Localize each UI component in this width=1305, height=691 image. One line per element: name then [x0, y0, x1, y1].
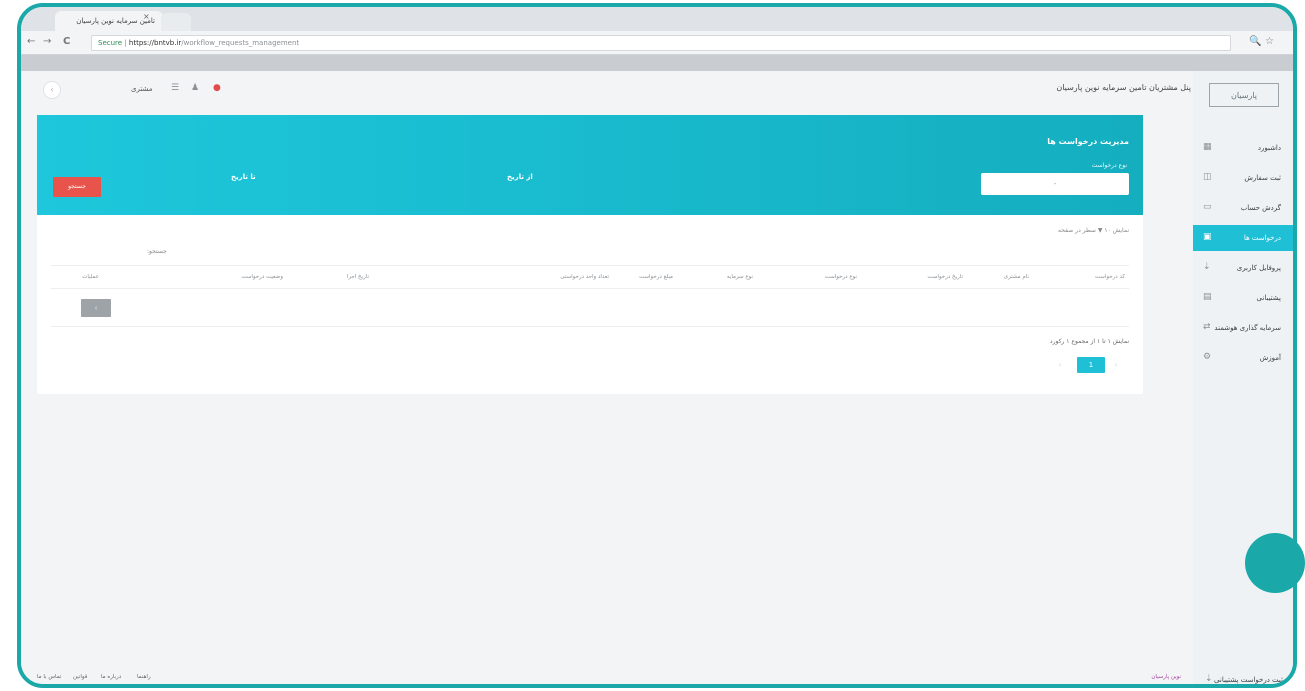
collapse-sidebar-button[interactable]: ‹: [43, 81, 61, 99]
new-tab-button[interactable]: [161, 13, 191, 31]
sidebar-item-label: گردش حساب: [1240, 204, 1281, 212]
page-title: مدیریت درخواست ها: [1047, 137, 1129, 146]
logo: پارسیان: [1209, 83, 1279, 107]
sidebar-item-label: ثبت درخواست پشتیبانی: [1214, 676, 1283, 684]
sidebar-item-support-request[interactable]: ثبت درخواست پشتیبانی ⇣: [1193, 666, 1293, 684]
zoom-icon[interactable]: 🔍: [1249, 36, 1261, 47]
dashboard-icon: ▦: [1203, 142, 1212, 152]
column-header[interactable]: عملیات: [82, 274, 99, 280]
reload-icon[interactable]: C: [63, 36, 70, 47]
column-header[interactable]: تعداد واحد درخواستی: [560, 274, 609, 280]
topbar: پنل مشتریان تامین سرمایه نوین پارسیان ‹ …: [21, 71, 1201, 111]
screenshot-frame: تامین سرمایه نوین پارسیان × ← → C Secure…: [17, 3, 1297, 688]
date-from-field[interactable]: از تاریخ: [507, 173, 533, 181]
pagination-info: نمایش ۱ تا ۱ از مجموع ۱ رکورد: [1049, 338, 1129, 345]
address-bar: ← → C Secure | https://bntvb.ir/workflow…: [21, 31, 1293, 55]
column-header[interactable]: کد درخواست: [1095, 274, 1125, 280]
rows-per-page-select[interactable]: نمایش ۱۰ ▼ سطر در صفحه: [1058, 227, 1129, 234]
date-to-field[interactable]: تا تاریخ: [231, 173, 256, 181]
sidebar-item-order[interactable]: ثبت سفارش ◫: [1193, 165, 1293, 191]
sidebar-item-support[interactable]: پشتیبانی ▤: [1193, 285, 1293, 311]
row-action-button[interactable]: ‹: [81, 299, 111, 317]
statement-icon: ▭: [1203, 202, 1212, 212]
column-header[interactable]: نوع سرمایه: [727, 274, 753, 280]
column-header[interactable]: نوع درخواست: [825, 274, 857, 280]
order-icon: ◫: [1203, 172, 1212, 182]
sidebar: پارسیان داشبورد ▦ ثبت سفارش ◫ گردش حساب …: [1193, 71, 1293, 684]
pagination-current-page[interactable]: 1: [1077, 357, 1105, 373]
request-type-select[interactable]: -: [981, 173, 1129, 195]
table-header: کد درخواست نام مشتری تاریخ درخواست نوع د…: [51, 265, 1129, 289]
star-icon[interactable]: ☆: [1265, 36, 1274, 47]
sidebar-item-dashboard[interactable]: داشبورد ▦: [1193, 135, 1293, 161]
footer: تماس با ما قوانین درباره ما راهنما نوین …: [21, 662, 1201, 684]
sidebar-item-profile[interactable]: پروفایل کاربری ⇣: [1193, 255, 1293, 281]
search-button[interactable]: جستجو: [53, 177, 101, 197]
app-area: پارسیان داشبورد ▦ ثبت سفارش ◫ گردش حساب …: [21, 71, 1293, 684]
user-icon[interactable]: ♟: [191, 83, 199, 93]
url-path: /workflow_requests_management: [181, 39, 300, 47]
sidebar-item-label: پشتیبانی: [1256, 294, 1281, 302]
row-divider: [51, 326, 1129, 327]
support-request-icon: ⇣: [1205, 674, 1213, 684]
url-host: https://bntvb.ir: [128, 39, 182, 47]
sidebar-item-label: ثبت سفارش: [1244, 174, 1281, 182]
secure-label: Secure: [98, 39, 123, 47]
footer-brand: نوین پارسیان: [1151, 674, 1181, 680]
table-search-label: جستجو:: [147, 248, 167, 255]
column-header[interactable]: نام مشتری: [1004, 274, 1029, 280]
column-header[interactable]: وضعیت درخواست: [241, 274, 283, 280]
forward-icon[interactable]: →: [43, 36, 51, 47]
education-icon: ⚙: [1203, 352, 1212, 362]
sidebar-item-label: داشبورد: [1257, 144, 1281, 152]
requests-card: مدیریت درخواست ها نوع درخواست - از تاریخ…: [37, 115, 1143, 394]
profile-icon: ⇣: [1203, 262, 1211, 272]
support-icon: ▤: [1203, 292, 1212, 302]
url-field[interactable]: Secure | https://bntvb.ir/workflow_reque…: [91, 35, 1231, 51]
sidebar-item-label: درخواست ها: [1243, 234, 1281, 242]
menu-icon[interactable]: ☰: [171, 83, 179, 93]
decorative-circle: [1245, 533, 1305, 593]
tab-close-icon[interactable]: ×: [143, 12, 150, 21]
browser-tabbar: تامین سرمایه نوین پارسیان ×: [21, 7, 1293, 31]
sidebar-item-smart-investment[interactable]: سرمایه گذاری هوشمند ⇄: [1193, 315, 1293, 341]
sidebar-item-label: پروفایل کاربری: [1236, 264, 1281, 272]
browser-bookmark-band: [21, 55, 1293, 71]
column-header[interactable]: مبلغ درخواست: [639, 274, 673, 280]
footer-link-contact[interactable]: تماس با ما: [37, 674, 61, 680]
requests-icon: ▣: [1203, 232, 1212, 242]
request-type-label: نوع درخواست: [1091, 162, 1127, 169]
user-name[interactable]: مشتری: [131, 85, 152, 93]
sidebar-item-education[interactable]: آموزش ⚙: [1193, 345, 1293, 371]
footer-link-help[interactable]: راهنما: [137, 674, 151, 680]
footer-link-about[interactable]: درباره ما: [101, 674, 121, 680]
column-header[interactable]: تاریخ اجرا: [347, 274, 369, 280]
sidebar-item-label: سرمایه گذاری هوشمند: [1214, 324, 1281, 332]
pagination-prev[interactable]: ›: [1109, 357, 1123, 373]
site-title: پنل مشتریان تامین سرمایه نوین پارسیان: [1056, 83, 1191, 92]
sidebar-item-account-statement[interactable]: گردش حساب ▭: [1193, 195, 1293, 221]
investment-icon: ⇄: [1203, 322, 1211, 332]
requests-filter-banner: مدیریت درخواست ها نوع درخواست - از تاریخ…: [37, 115, 1143, 215]
back-icon[interactable]: ←: [27, 36, 35, 47]
sidebar-item-label: آموزش: [1259, 354, 1281, 362]
column-header[interactable]: تاریخ درخواست: [927, 274, 963, 280]
notification-bell-icon[interactable]: ●: [213, 83, 221, 93]
sidebar-item-requests[interactable]: درخواست ها ▣: [1193, 225, 1293, 251]
pagination-next[interactable]: ‹: [1053, 357, 1067, 373]
footer-link-rules[interactable]: قوانین: [73, 674, 87, 680]
